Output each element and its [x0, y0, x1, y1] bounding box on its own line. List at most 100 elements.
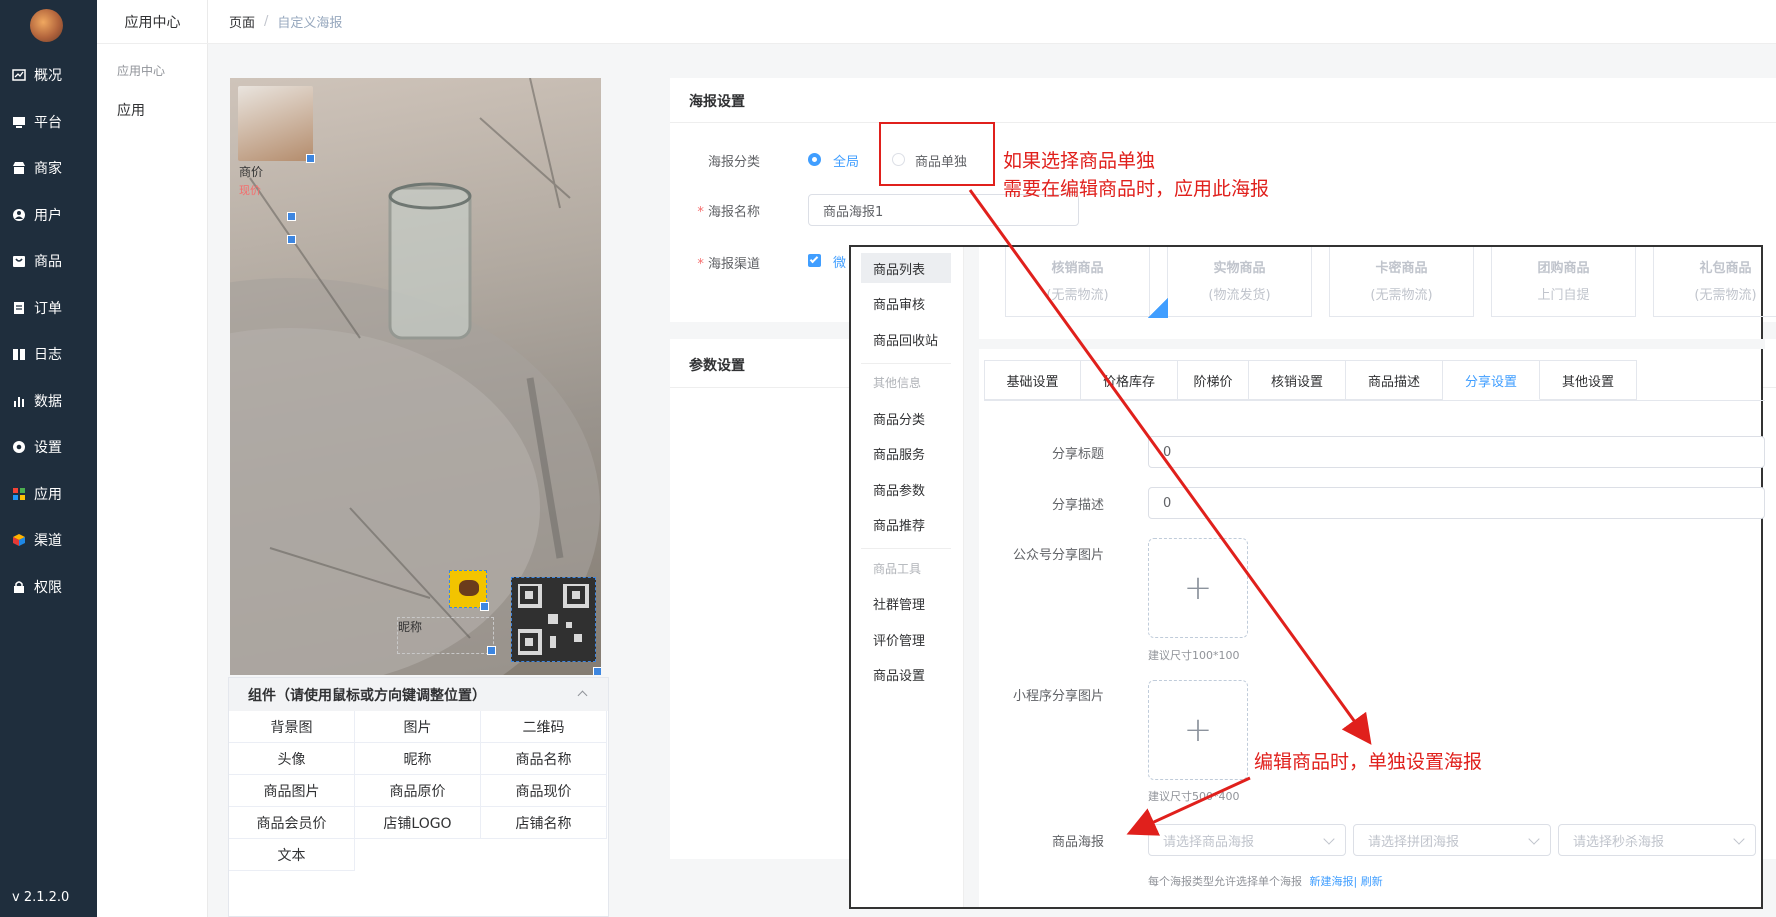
component-item[interactable]: 背景图: [229, 711, 355, 743]
annotation-note-1b: 需要在编辑商品时，应用此海报: [1003, 178, 1270, 200]
goods-menu-item[interactable]: 商品服务: [861, 439, 951, 469]
tab-1[interactable]: 价格库存: [1081, 360, 1178, 400]
tab-3[interactable]: 核销设置: [1249, 360, 1346, 400]
order-icon: [12, 301, 26, 315]
resize-handle[interactable]: [480, 602, 489, 611]
poster-select-2[interactable]: 请选择秒杀海报: [1558, 824, 1756, 856]
refresh-link[interactable]: 刷新: [1361, 875, 1383, 888]
component-item[interactable]: 商品原价: [355, 775, 481, 807]
mp-image-upload[interactable]: +: [1148, 538, 1248, 638]
monitor-icon: [12, 115, 26, 129]
divider: [670, 122, 1776, 123]
component-item[interactable]: 店铺名称: [481, 807, 607, 839]
sidebar-item-2[interactable]: 商家: [0, 145, 97, 191]
goods-type-card[interactable]: 团购商品 上门自提: [1491, 247, 1636, 317]
goods-type-name: 实物商品: [1213, 261, 1266, 276]
component-item[interactable]: 商品现价: [481, 775, 607, 807]
goods-type-name: 卡密商品: [1375, 261, 1428, 276]
component-item[interactable]: 店铺LOGO: [355, 807, 481, 839]
tab-6[interactable]: 其他设置: [1540, 360, 1637, 400]
tab-0[interactable]: 基础设置: [984, 360, 1081, 400]
goods-menu-item[interactable]: 商品推荐: [861, 510, 951, 540]
channel-checkbox-label[interactable]: 微: [833, 252, 846, 271]
nickname-box[interactable]: [397, 617, 494, 654]
resize-handle[interactable]: [593, 667, 601, 675]
sidebar-item-label: 日志: [34, 347, 62, 363]
highlight-box: [879, 122, 995, 186]
component-item[interactable]: 商品名称: [481, 743, 607, 775]
goods-menu-item[interactable]: 评价管理: [861, 624, 951, 654]
goods-menu-item[interactable]: 社群管理: [861, 589, 951, 619]
sidebar-item-5[interactable]: 订单: [0, 285, 97, 331]
tab-4[interactable]: 商品描述: [1346, 360, 1443, 400]
sidebar-item-6[interactable]: 日志: [0, 331, 97, 377]
sub-sidebar-item-app[interactable]: 应用: [117, 100, 145, 120]
resize-handle[interactable]: [287, 235, 296, 244]
poster-select-1[interactable]: 请选择拼团海报: [1353, 824, 1551, 856]
app-logo[interactable]: [30, 9, 63, 42]
annotation-note-2: 编辑商品时，单独设置海报: [1254, 751, 1483, 773]
channel-checkbox[interactable]: [808, 254, 821, 267]
goods-original-price[interactable]: 商价: [239, 163, 263, 180]
breadcrumb-root[interactable]: 页面: [229, 12, 255, 31]
cube-icon: [12, 533, 26, 547]
mini-image-hint: 建议尺寸500*400: [1148, 790, 1240, 803]
goods-menu: 商品列表 商品审核 商品回收站 其他信息 商品分类 商品服务 商品参数 商品推荐 商品工具 社群管…: [851, 247, 964, 907]
component-item[interactable]: 头像: [229, 743, 355, 775]
sidebar-item-10[interactable]: 渠道: [0, 517, 97, 563]
component-item[interactable]: 文本: [229, 839, 355, 871]
resize-handle[interactable]: [306, 154, 315, 163]
component-item[interactable]: 图片: [355, 711, 481, 743]
share-desc-input[interactable]: 0: [1148, 487, 1765, 519]
mini-image-upload[interactable]: +: [1148, 680, 1248, 780]
chevron-up-icon[interactable]: [577, 690, 588, 701]
goods-poster-label: 商品海报: [1051, 835, 1104, 850]
sidebar-item-7[interactable]: 数据: [0, 378, 97, 424]
sidebar-item-4[interactable]: 商品: [0, 238, 97, 284]
sidebar-item-0[interactable]: 概况: [0, 52, 97, 98]
params-title: 参数设置: [689, 358, 745, 374]
radio-global-label[interactable]: 全局: [833, 151, 859, 170]
component-item[interactable]: 昵称: [355, 743, 481, 775]
resize-handle[interactable]: [487, 646, 496, 655]
component-item[interactable]: 二维码: [481, 711, 607, 743]
radio-global[interactable]: [808, 153, 821, 166]
new-poster-link[interactable]: 新建海报: [1310, 875, 1354, 888]
goods-type-card[interactable]: 卡密商品 (无需物流): [1329, 247, 1474, 317]
tab-2[interactable]: 阶梯价: [1178, 360, 1249, 400]
goods-type-card[interactable]: 礼包商品 (无需物流): [1653, 247, 1776, 317]
goods-menu-item[interactable]: 商品回收站: [861, 324, 951, 354]
goods-menu-item[interactable]: 商品审核: [861, 289, 951, 319]
resize-handle[interactable]: [287, 212, 296, 221]
poster-canvas[interactable]: 商价 现价 昵称: [230, 78, 601, 675]
qr-code-icon: [516, 582, 589, 655]
sidebar-item-8[interactable]: 设置: [0, 424, 97, 470]
goods-type-sub: (无需物流): [1370, 288, 1433, 303]
goods-menu-item[interactable]: 商品参数: [861, 474, 951, 504]
goods-menu-item[interactable]: 商品分类: [861, 403, 951, 433]
goods-current-price[interactable]: 现价: [239, 182, 261, 198]
chevron-down-icon: [1733, 833, 1745, 845]
goods-type-card[interactable]: 核销商品 (无需物流): [1005, 247, 1150, 317]
log-icon: [12, 347, 26, 361]
tab-5[interactable]: 分享设置: [1443, 360, 1540, 400]
gear-icon: [12, 440, 26, 454]
sidebar-item-3[interactable]: 用户: [0, 192, 97, 238]
annotation-note-1a: 如果选择商品单独: [1003, 150, 1156, 172]
sidebar-item-label: 订单: [34, 300, 62, 317]
components-panel: 组件（请使用鼠标或方向键调整位置） 背景图 图片 二维码 头像 昵称 商品名称 商品图片 商品…: [228, 677, 609, 917]
goods-menu-item[interactable]: 商品列表: [861, 253, 951, 283]
qr-code[interactable]: [511, 577, 596, 662]
poster-select-0[interactable]: 请选择商品海报: [1148, 824, 1346, 856]
share-title-label: 分享标题: [1051, 447, 1104, 462]
sidebar-item-11[interactable]: 权限: [0, 564, 97, 610]
sidebar-item-label: 用户: [34, 207, 62, 224]
sidebar-item-1[interactable]: 平台: [0, 99, 97, 145]
goods-image[interactable]: [238, 86, 313, 161]
sidebar-item-9[interactable]: 应用: [0, 471, 97, 517]
component-item[interactable]: 商品图片: [229, 775, 355, 807]
share-title-input[interactable]: 0: [1148, 436, 1765, 468]
component-item[interactable]: 商品会员价: [229, 807, 355, 839]
goods-menu-item[interactable]: 商品设置: [861, 660, 951, 690]
goods-type-card[interactable]: 实物商品 (物流发货): [1167, 247, 1312, 317]
